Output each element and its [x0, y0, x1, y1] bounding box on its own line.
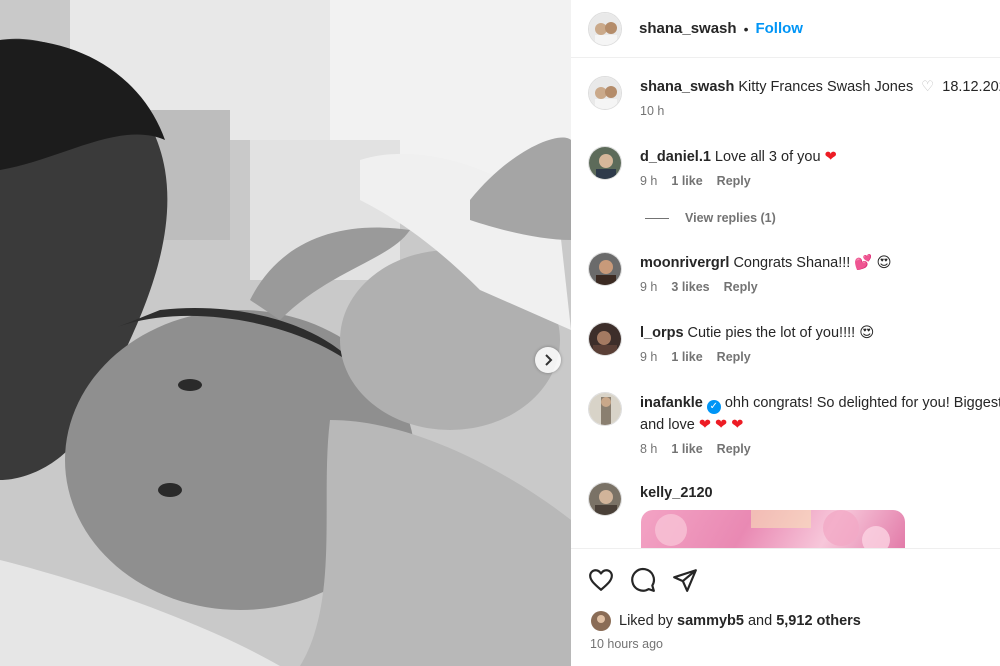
comment-time[interactable]: 9 h — [640, 174, 657, 188]
hearts-heart-eyes-emoji: 💕 😍 — [854, 255, 892, 271]
post-timestamp[interactable]: 10 hours ago — [590, 637, 663, 651]
post-header: shana_swash • Follow — [571, 0, 1000, 58]
caption-time[interactable]: 10 h — [640, 104, 664, 118]
post-side-panel: shana_swash • Follow shana_swash Kitty Fr… — [571, 0, 1000, 666]
comment-icon[interactable] — [630, 567, 656, 593]
heart-eyes-emoji: 😍 — [859, 325, 875, 341]
reply-button[interactable]: Reply — [724, 280, 758, 294]
comment-likes[interactable]: 3 likes — [671, 280, 709, 294]
comment-username[interactable]: moonrivergrl — [640, 255, 729, 271]
caption-text: Kitty Frances Swash Jones — [738, 79, 914, 95]
liked-by-and: and — [747, 613, 773, 629]
commenter-avatar[interactable] — [588, 482, 622, 516]
comment-gif-image[interactable] — [641, 510, 905, 548]
post-photo[interactable] — [0, 0, 571, 666]
author-username[interactable]: shana_swash — [639, 20, 737, 37]
white-heart-icon: ♡ — [921, 79, 935, 95]
liked-by-prefix: Liked by — [619, 613, 674, 629]
red-hearts-emoji: ❤ ❤ ❤ — [698, 417, 744, 433]
commenter-avatar[interactable] — [588, 146, 622, 180]
view-replies-label: View replies (1) — [685, 211, 776, 225]
comment-text: ohh congrats! So delighted for you! Bigg… — [724, 395, 1000, 411]
reply-button[interactable]: Reply — [717, 442, 751, 456]
comment-username[interactable]: d_daniel.1 — [640, 149, 711, 165]
comment-likes[interactable]: 1 like — [671, 350, 702, 364]
comment-username[interactable]: inafankle — [640, 395, 703, 411]
comment-likes[interactable]: 1 like — [671, 174, 702, 188]
liker-avatar[interactable] — [591, 611, 611, 631]
chevron-right-icon — [545, 354, 553, 366]
comment-time[interactable]: 9 h — [640, 350, 657, 364]
caption-username[interactable]: shana_swash — [640, 79, 734, 95]
likes-summary[interactable]: Liked by sammyb5 and 5,912 others — [591, 611, 861, 631]
photo-image — [0, 0, 571, 666]
follow-button[interactable]: Follow — [755, 20, 803, 37]
comment-text: Love all 3 of you — [714, 149, 821, 165]
heart-icon[interactable] — [588, 567, 614, 593]
comments-list[interactable]: shana_swash Kitty Frances Swash Jones ♡ 1… — [571, 58, 1000, 548]
view-replies-button[interactable]: View replies (1) — [645, 211, 776, 225]
separator-dot: • — [743, 20, 749, 37]
comment-time[interactable]: 9 h — [640, 280, 657, 294]
comment-time[interactable]: 8 h — [640, 442, 657, 456]
likes-count[interactable]: 5,912 others — [776, 613, 861, 629]
author-avatar[interactable] — [588, 11, 622, 46]
comment-text-continued: and love — [640, 417, 695, 433]
share-icon[interactable] — [672, 567, 698, 593]
comment-username[interactable]: l_orps — [640, 325, 684, 341]
commenter-avatar[interactable] — [588, 322, 622, 356]
post-actions-bar: Liked by sammyb5 and 5,912 others 10 hou… — [571, 548, 1000, 666]
verified-badge-icon: ✓ — [706, 400, 721, 414]
liked-by-user[interactable]: sammyb5 — [677, 613, 744, 629]
caption-date: 18.12.2023 — [942, 79, 1000, 95]
commenter-avatar[interactable] — [588, 252, 622, 286]
comment-text: Congrats Shana!!! — [733, 255, 851, 271]
comment-username[interactable]: kelly_2120 — [640, 485, 713, 501]
next-photo-button[interactable] — [535, 347, 561, 373]
comment-likes[interactable]: 1 like — [671, 442, 702, 456]
replies-divider — [645, 217, 669, 219]
red-heart-emoji: ❤ — [824, 149, 837, 165]
reply-button[interactable]: Reply — [717, 174, 751, 188]
caption-avatar[interactable] — [588, 76, 622, 110]
commenter-avatar[interactable] — [588, 392, 622, 426]
comment-text: Cutie pies the lot of you!!!! — [687, 325, 856, 341]
reply-button[interactable]: Reply — [717, 350, 751, 364]
